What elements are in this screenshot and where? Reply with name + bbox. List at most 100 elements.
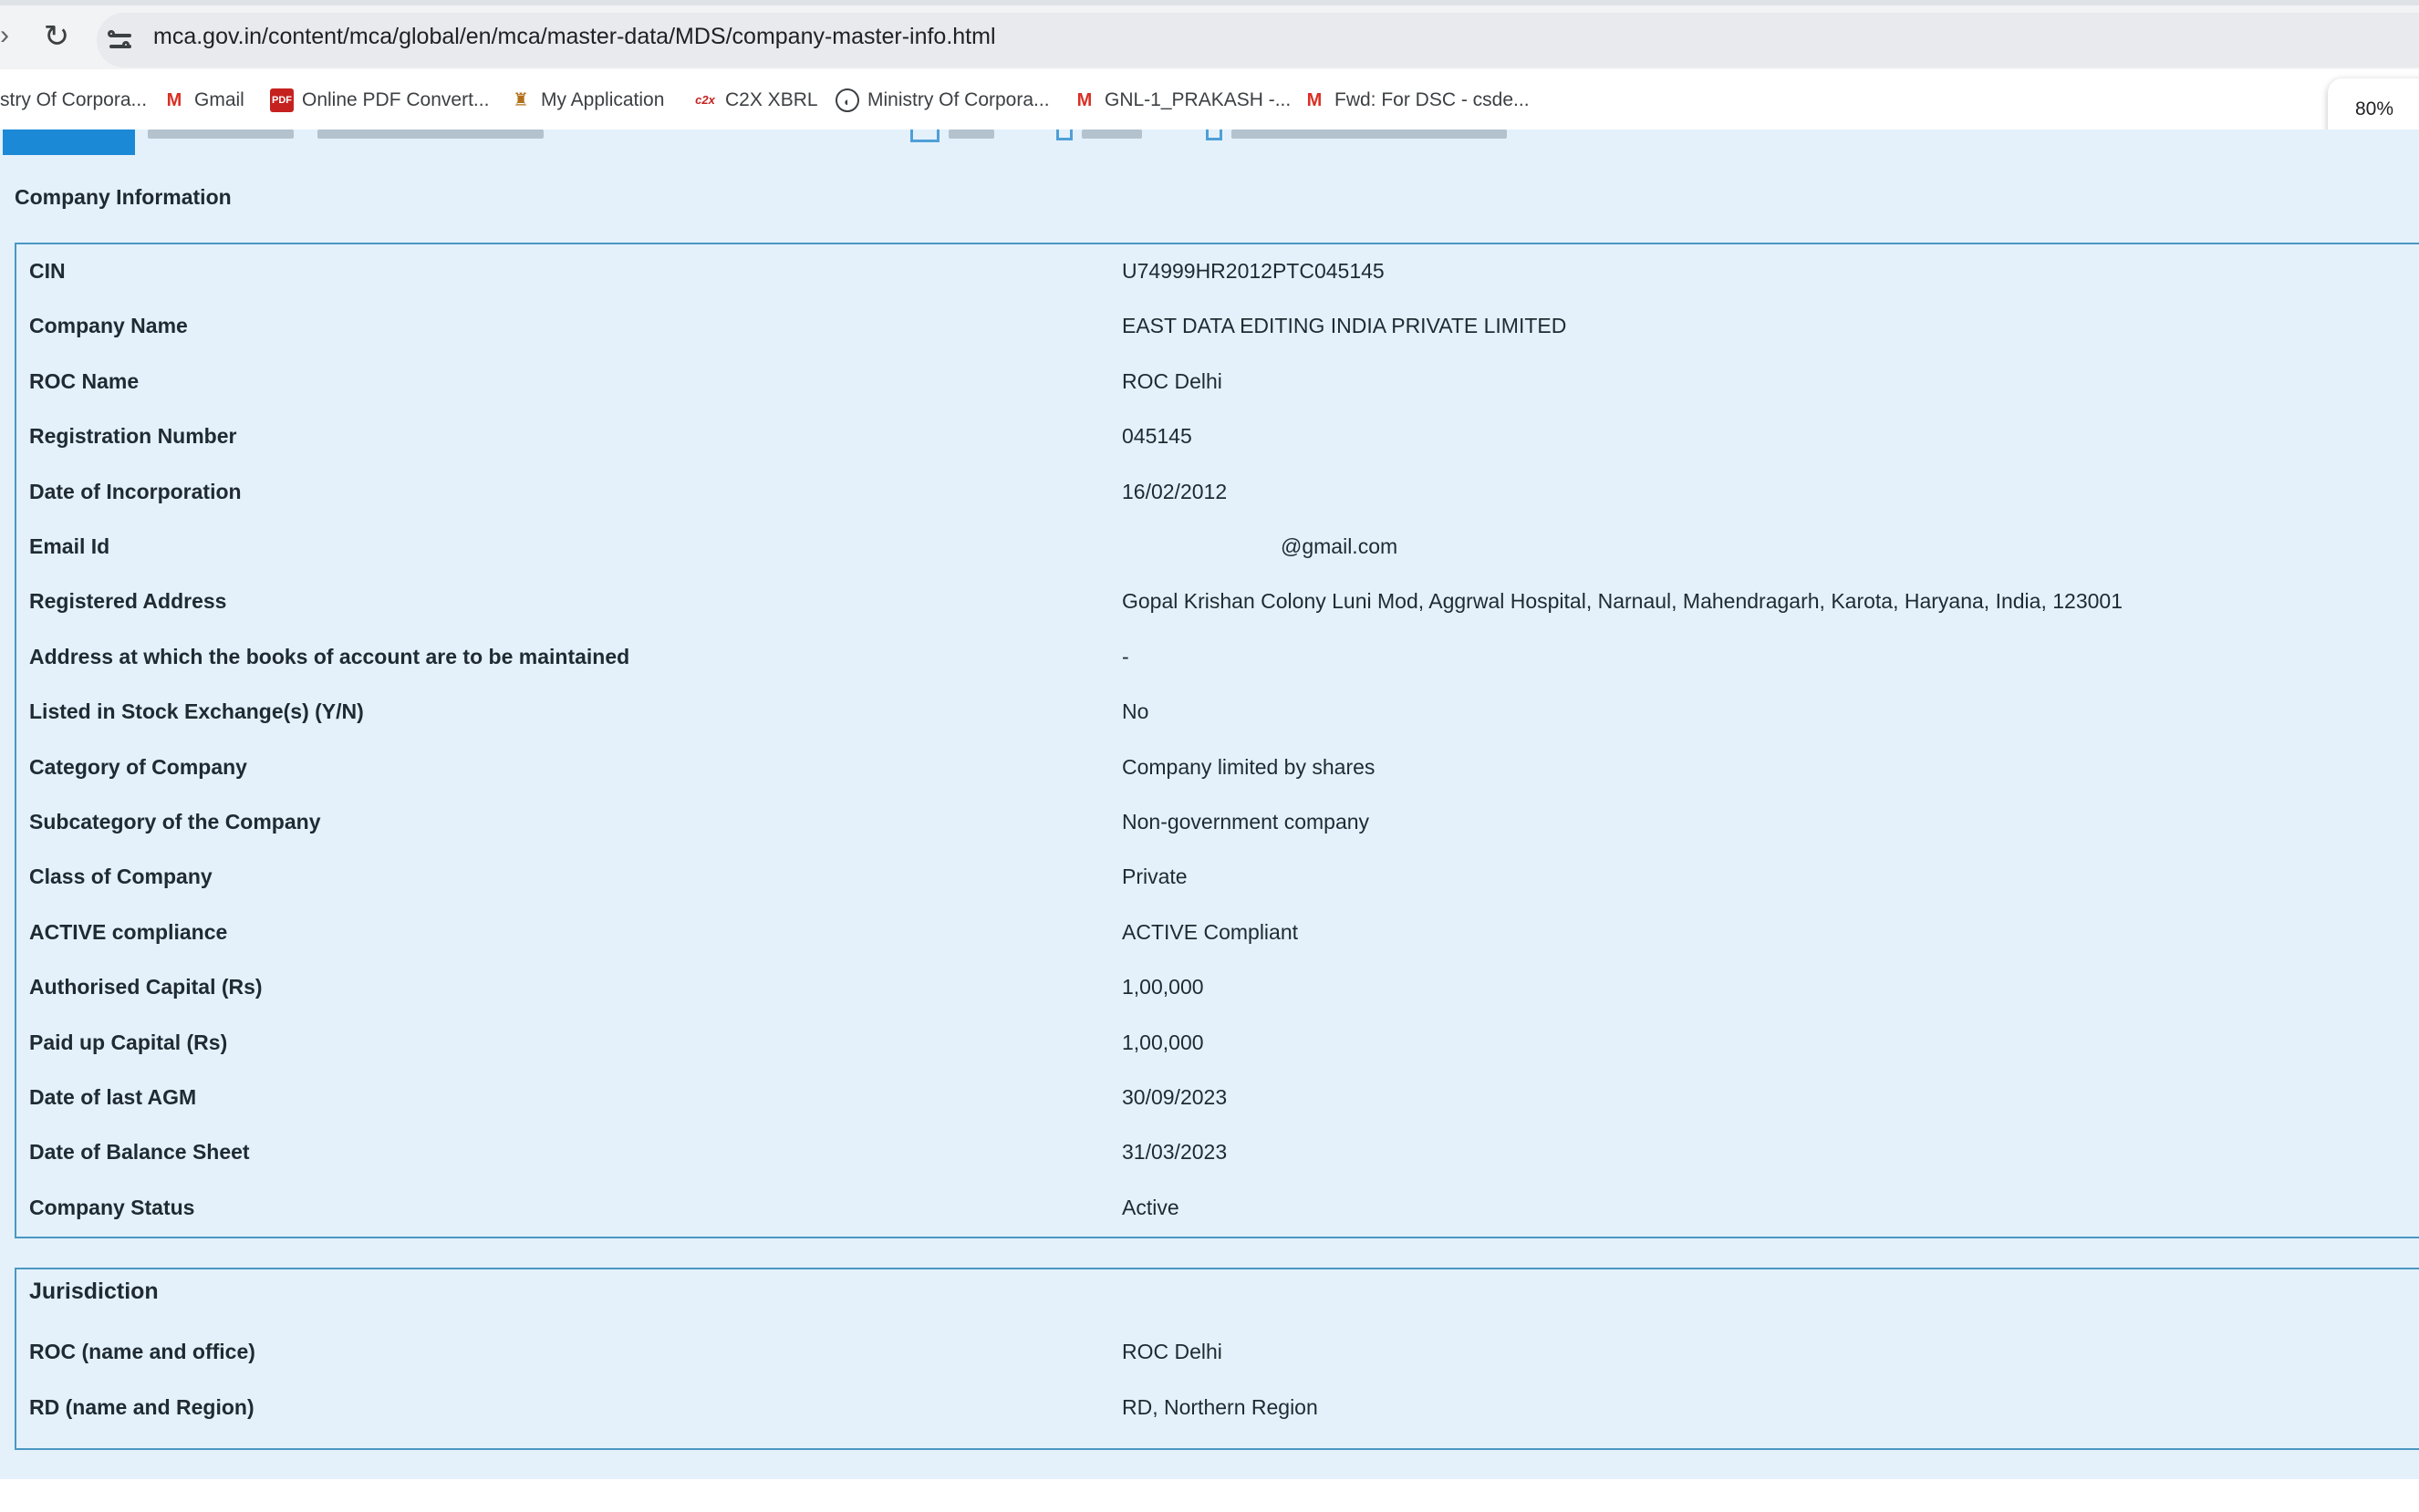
tab-index-of-charges[interactable]: [148, 129, 294, 139]
field-value: 045145: [1122, 424, 1192, 449]
field-label: Email Id: [29, 534, 110, 558]
document-related-services-button[interactable]: [1231, 129, 1507, 139]
table-row: ROC Name ROC Delhi: [29, 354, 2401, 409]
table-row: Listed in Stock Exchange(s) (Y/N) No: [29, 684, 2401, 739]
table-row: CIN U74999HR2012PTC045145: [29, 243, 2401, 298]
field-value: ROC Delhi: [1122, 1340, 1222, 1363]
print-icon[interactable]: [910, 129, 940, 142]
bookmark-label: Fwd: For DSC - csde...: [1334, 89, 1530, 110]
table-row: Company Status Active: [29, 1180, 2401, 1235]
field-label: RD (name and Region): [29, 1394, 254, 1419]
site-settings-icon[interactable]: [106, 26, 137, 57]
field-label: Authorised Capital (Rs): [29, 975, 263, 999]
field-value: 1,00,000: [1122, 1030, 1204, 1054]
field-value: Company limited by shares: [1122, 754, 1376, 779]
document-icon[interactable]: [1206, 129, 1222, 140]
zoom-level: 80%: [2355, 98, 2394, 119]
print-button[interactable]: [949, 129, 994, 139]
field-value: Private: [1122, 865, 1188, 889]
field-value: EAST DATA EDITING INDIA PRIVATE LIMITED: [1122, 314, 1567, 338]
bookmark-c2x-xbrl[interactable]: c2x C2X XBRL: [693, 87, 818, 114]
bookmark-online-pdf-convert[interactable]: PDF Online PDF Convert...: [270, 87, 489, 114]
bookmark-label: Online PDF Convert...: [302, 89, 490, 110]
field-label: Registration Number: [29, 424, 237, 449]
table-row: ROC (name and office) ROC Delhi: [29, 1324, 2401, 1379]
field-value: 30/09/2023: [1122, 1085, 1228, 1109]
field-value: -: [1122, 644, 1129, 668]
table-row: Class of Company Private: [29, 849, 2401, 904]
gmail-icon: M: [1076, 90, 1093, 111]
section-title-jurisdiction: Jurisdiction: [29, 1279, 159, 1304]
field-value: Non-government company: [1122, 810, 1370, 834]
globe-icon: ◐: [836, 88, 859, 113]
bookmark-label: C2X XBRL: [725, 89, 818, 110]
table-row: Subcategory of the Company Non-government…: [29, 794, 2401, 849]
pdf-icon: PDF: [270, 88, 294, 113]
field-label: Class of Company: [29, 865, 213, 889]
bookmark-fwd-for-dsc[interactable]: M Fwd: For DSC - csde...: [1303, 87, 1530, 114]
field-value: RD, Northern Region: [1122, 1394, 1318, 1419]
gmail-icon: M: [1306, 90, 1323, 111]
reload-icon[interactable]: ↻: [42, 21, 71, 52]
field-value: ACTIVE Compliant: [1122, 919, 1299, 944]
field-label: Company Status: [29, 1195, 195, 1219]
field-label: Company Name: [29, 314, 188, 338]
bookmark-label: My Application: [541, 89, 665, 110]
tab-director-signatory-details[interactable]: [317, 129, 544, 139]
section-title-company-information: Company Information: [15, 185, 232, 209]
table-row: Email Id @gmail.com: [29, 519, 2401, 574]
table-row: Company Name EAST DATA EDITING INDIA PRIV…: [29, 298, 2401, 353]
bookmark-label: stry Of Corpora...: [0, 89, 148, 110]
table-row: Authorised Capital (Rs) 1,00,000: [29, 959, 2401, 1014]
table-row: RD (name and Region) RD, Northern Region: [29, 1380, 2401, 1434]
field-label: Date of last AGM: [29, 1085, 197, 1109]
table-row: Address at which the books of account ar…: [29, 629, 2401, 684]
field-label: Listed in Stock Exchange(s) (Y/N): [29, 699, 364, 724]
field-value: U74999HR2012PTC045145: [1122, 259, 1385, 283]
table-row: Date of Incorporation 16/02/2012: [29, 464, 2401, 519]
page-tab-strip: [0, 129, 2419, 157]
bookmark-ministry-of-corporate[interactable]: stry Of Corpora...: [0, 87, 147, 114]
field-label: ACTIVE compliance: [29, 919, 228, 944]
table-row: Paid up Capital (Rs) 1,00,000: [29, 1015, 2401, 1070]
field-value: 16/02/2012: [1122, 479, 1228, 503]
table-row: Registered Address Gopal Krishan Colony L…: [29, 574, 2401, 628]
bookmark-label: GNL-1_PRAKASH -...: [1105, 89, 1292, 110]
bookmark-gmail[interactable]: M Gmail: [162, 87, 244, 114]
field-label: Address at which the books of account ar…: [29, 644, 630, 668]
field-value: No: [1122, 699, 1149, 724]
export-button[interactable]: [1082, 129, 1142, 139]
bookmark-ministry-of-corporate-affairs[interactable]: ◐ Ministry Of Corpora...: [836, 87, 1050, 114]
page-footer-gap: [0, 1479, 2419, 1512]
field-label: Subcategory of the Company: [29, 810, 321, 834]
field-label: ROC Name: [29, 368, 140, 393]
field-value: 31/03/2023: [1122, 1140, 1228, 1165]
field-value: ROC Delhi: [1122, 368, 1222, 393]
tab-strip: [0, 0, 2419, 5]
table-row: Date of last AGM 30/09/2023: [29, 1070, 2401, 1124]
gmail-icon: M: [166, 90, 182, 111]
c2x-icon: c2x: [695, 93, 715, 108]
export-icon[interactable]: [1056, 129, 1073, 140]
field-label: Paid up Capital (Rs): [29, 1030, 228, 1054]
field-value: Gopal Krishan Colony Luni Mod, Aggrwal H…: [1122, 589, 2123, 614]
table-row: Category of Company Company limited by sh…: [29, 740, 2401, 794]
field-label: ROC (name and office): [29, 1340, 255, 1363]
field-label: Category of Company: [29, 754, 247, 779]
forward-icon[interactable]: ›: [0, 22, 13, 49]
bookmark-my-application[interactable]: ♜ My Application: [509, 87, 664, 114]
field-value: @gmail.com: [1281, 534, 1398, 558]
field-value: 1,00,000: [1122, 975, 1204, 999]
bookmark-label: Ministry Of Corpora...: [867, 89, 1050, 110]
field-label: CIN: [29, 259, 66, 283]
bookmark-gnl-1-prakash[interactable]: M GNL-1_PRAKASH -...: [1073, 87, 1292, 114]
field-label: Registered Address: [29, 589, 227, 614]
field-value: Active: [1122, 1195, 1179, 1219]
bookmark-label: Gmail: [194, 89, 244, 110]
tab-master-data[interactable]: [3, 129, 135, 155]
table-row: ACTIVE compliance ACTIVE Compliant: [29, 905, 2401, 959]
url-text[interactable]: mca.gov.in/content/mca/global/en/mca/mas…: [153, 24, 996, 50]
field-label: Date of Incorporation: [29, 479, 242, 503]
table-row: Registration Number 045145: [29, 409, 2401, 463]
application-icon: ♜: [513, 90, 529, 111]
